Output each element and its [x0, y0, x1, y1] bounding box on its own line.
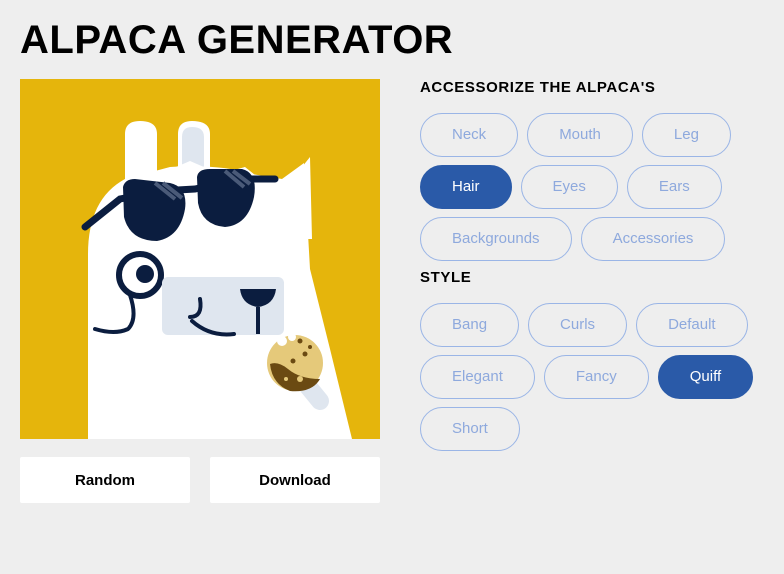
option-mouth[interactable]: Mouth — [527, 113, 633, 157]
alpaca-preview — [20, 79, 380, 439]
style-elegant[interactable]: Elegant — [420, 355, 535, 399]
option-eyes[interactable]: Eyes — [520, 165, 618, 209]
style-default[interactable]: Default — [636, 303, 748, 347]
style-title: STYLE — [420, 269, 472, 286]
alpaca-snout — [162, 277, 284, 335]
download-button[interactable]: Download — [210, 457, 380, 503]
alpaca-image — [20, 79, 380, 439]
style-quiff[interactable]: Quiff — [657, 355, 754, 399]
option-ears[interactable]: Ears — [626, 165, 722, 209]
option-hair[interactable]: Hair — [420, 165, 512, 209]
option-backgrounds[interactable]: Backgrounds — [420, 217, 572, 261]
style-fancy[interactable]: Fancy — [543, 355, 649, 399]
style-options: Bang Curls Default Elegant Fancy Quiff S… — [420, 303, 770, 451]
option-neck[interactable]: Neck — [420, 113, 519, 157]
app-root: ALPACA GENERATOR Random Download ACCESSO… — [0, 0, 784, 574]
random-button[interactable]: Random — [20, 457, 190, 503]
option-accessories[interactable]: Accessories — [580, 217, 726, 261]
page-title: ALPACA GENERATOR — [20, 18, 454, 62]
style-short[interactable]: Short — [420, 407, 520, 451]
accessorize-options: Neck Mouth Leg Hair Eyes Ears Background… — [420, 113, 770, 261]
option-leg[interactable]: Leg — [641, 113, 731, 157]
style-curls[interactable]: Curls — [528, 303, 628, 347]
style-bang[interactable]: Bang — [420, 303, 520, 347]
options-panel: ACCESSORIZE THE ALPACA'S Neck Mouth Leg … — [420, 78, 770, 458]
accessorize-title: ACCESSORIZE THE ALPACA'S — [420, 79, 656, 96]
